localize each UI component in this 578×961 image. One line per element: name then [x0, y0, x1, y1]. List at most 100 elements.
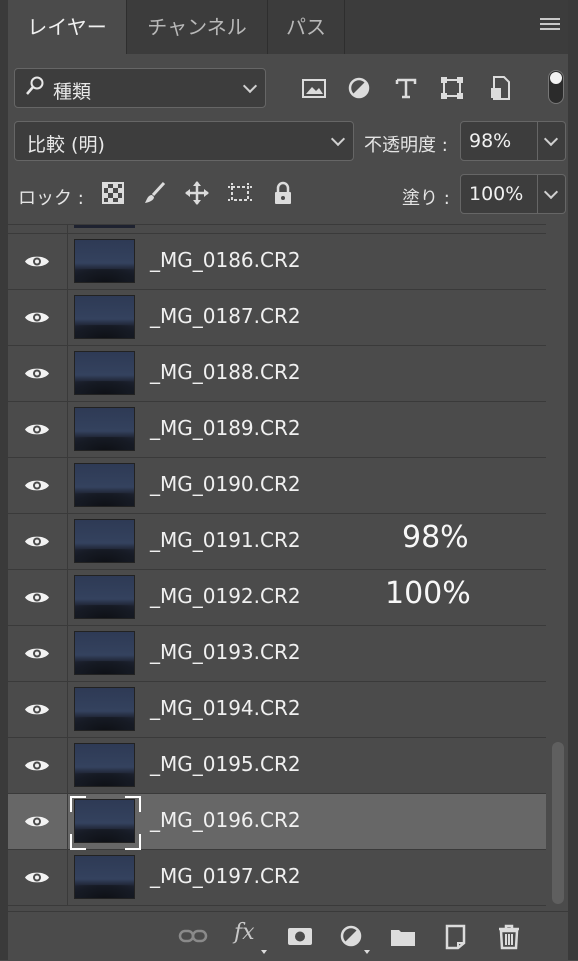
- layer-row[interactable]: _MG_0195.CR2: [8, 738, 546, 794]
- panel-menu-icon[interactable]: [540, 18, 560, 34]
- layer-thumbnail[interactable]: [74, 239, 135, 283]
- chevron-down-icon: [543, 184, 559, 200]
- filter-toggle[interactable]: [548, 70, 564, 104]
- layer-row[interactable]: _MG_0187.CR2: [8, 290, 546, 346]
- layer-thumbnail[interactable]: [74, 575, 135, 619]
- layer-thumbnail[interactable]: [74, 463, 135, 507]
- layer-name[interactable]: _MG_0192.CR2: [150, 584, 301, 608]
- layer-thumbnail[interactable]: [74, 631, 135, 675]
- thumbnail-selection-bracket: [70, 796, 86, 812]
- tab-layers[interactable]: レイヤー: [8, 0, 127, 54]
- panel-tab-bar: レイヤー チャンネル パス: [8, 0, 568, 54]
- thumbnail-selection-bracket: [125, 796, 141, 812]
- new-group-icon[interactable]: [388, 922, 418, 950]
- lock-image-pixels-icon[interactable]: [142, 180, 168, 206]
- opacity-input[interactable]: 98%: [460, 121, 538, 161]
- opacity-dropdown-button[interactable]: [538, 121, 566, 161]
- fill-dropdown-button[interactable]: [538, 174, 566, 214]
- delete-layer-icon[interactable]: [494, 922, 524, 950]
- add-mask-icon[interactable]: [285, 922, 315, 950]
- layer-thumbnail[interactable]: [74, 743, 135, 787]
- visibility-eye-icon[interactable]: [24, 477, 50, 494]
- layer-row[interactable]: _MG_0193.CR2: [8, 626, 546, 682]
- layer-name[interactable]: _MG_0186.CR2: [150, 248, 301, 272]
- lock-transparent-pixels-icon[interactable]: [100, 180, 126, 206]
- right-edge: [568, 0, 578, 960]
- chevron-down-icon: [543, 131, 559, 147]
- layer-name[interactable]: _MG_0189.CR2: [150, 416, 301, 440]
- lock-all-icon[interactable]: [270, 180, 296, 206]
- new-adjustment-layer-icon[interactable]: [336, 922, 366, 950]
- tab-channels[interactable]: チャンネル: [127, 0, 268, 54]
- layer-list: _MG_0186.CR2 _MG_0187.CR2 _MG_0188.CR2 _MG_…: [8, 224, 546, 912]
- smart-object-filter-icon[interactable]: [486, 74, 514, 102]
- visibility-eye-icon[interactable]: [24, 309, 50, 326]
- left-edge: [0, 0, 8, 960]
- layer-name[interactable]: _MG_0195.CR2: [150, 752, 301, 776]
- visibility-eye-icon[interactable]: [24, 589, 50, 606]
- layer-thumbnail[interactable]: [74, 687, 135, 731]
- fill-input[interactable]: 100%: [460, 174, 538, 214]
- layer-row[interactable]: _MG_0188.CR2: [8, 346, 546, 402]
- layer-name[interactable]: _MG_0187.CR2: [150, 304, 301, 328]
- type-filter-icon[interactable]: [392, 74, 420, 102]
- visibility-eye-icon[interactable]: [24, 533, 50, 550]
- layer-name[interactable]: _MG_0188.CR2: [150, 360, 301, 384]
- layer-row[interactable]: _MG_0189.CR2: [8, 402, 546, 458]
- visibility-eye-icon[interactable]: [24, 645, 50, 662]
- lock-position-icon[interactable]: [184, 180, 210, 206]
- layer-name[interactable]: _MG_0197.CR2: [150, 864, 301, 888]
- row-divider: [67, 738, 68, 794]
- lock-artboard-icon[interactable]: [227, 180, 253, 206]
- row-divider: [67, 234, 68, 290]
- layer-thumbnail[interactable]: [74, 855, 135, 899]
- tab-paths[interactable]: パス: [268, 0, 345, 54]
- layer-thumbnail[interactable]: [74, 351, 135, 395]
- visibility-eye-icon[interactable]: [24, 421, 50, 438]
- layer-thumbnail[interactable]: [74, 295, 135, 339]
- layer-name[interactable]: _MG_0190.CR2: [150, 472, 301, 496]
- layer-row[interactable]: _MG_0197.CR2: [8, 850, 546, 906]
- layer-row[interactable]: _MG_0192.CR2 100%: [8, 570, 546, 626]
- thumbnail-selection-bracket: [125, 834, 141, 850]
- visibility-eye-icon[interactable]: [24, 869, 50, 886]
- row-divider: [67, 682, 68, 738]
- image-filter-icon[interactable]: [300, 74, 328, 102]
- shape-filter-icon[interactable]: [438, 74, 466, 102]
- row-divider: [67, 290, 68, 346]
- filter-kind-select[interactable]: 種類: [14, 68, 266, 108]
- visibility-eye-icon[interactable]: [24, 813, 50, 830]
- overlay-opacity-annotation: 98%: [402, 520, 469, 555]
- adjustment-filter-icon[interactable]: [345, 74, 373, 102]
- overlay-fill-annotation: 100%: [385, 576, 471, 611]
- layer-effects-button[interactable]: fx: [234, 920, 255, 945]
- layer-thumbnail[interactable]: [74, 407, 135, 451]
- row-divider: [67, 458, 68, 514]
- layer-name[interactable]: _MG_0191.CR2: [150, 528, 301, 552]
- visibility-eye-icon[interactable]: [24, 365, 50, 382]
- thumbnail-selection-bracket: [70, 834, 86, 850]
- chevron-down-icon: [242, 78, 258, 94]
- search-icon: [25, 75, 45, 97]
- new-layer-icon[interactable]: [440, 922, 470, 950]
- row-divider: [67, 402, 68, 458]
- submenu-triangle-icon: [364, 950, 370, 954]
- visibility-eye-icon[interactable]: [24, 253, 50, 270]
- layer-row[interactable]: _MG_0196.CR2: [8, 794, 546, 850]
- layer-row[interactable]: _MG_0186.CR2: [8, 234, 546, 290]
- blend-mode-select[interactable]: 比較 (明): [14, 121, 354, 161]
- scrollbar-thumb[interactable]: [552, 742, 564, 904]
- layer-thumbnail[interactable]: [74, 519, 135, 563]
- layer-name[interactable]: _MG_0194.CR2: [150, 696, 301, 720]
- layer-name[interactable]: _MG_0196.CR2: [150, 808, 301, 832]
- link-layers-icon[interactable]: [178, 922, 208, 950]
- layers-panel: レイヤー チャンネル パス 種類 比較 (明) 不透明度 : 98% ロック :: [8, 0, 568, 961]
- visibility-eye-icon[interactable]: [24, 701, 50, 718]
- visibility-eye-icon[interactable]: [24, 757, 50, 774]
- layer-row[interactable]: _MG_0191.CR2 98%: [8, 514, 546, 570]
- layer-row[interactable]: _MG_0194.CR2: [8, 682, 546, 738]
- layer-name[interactable]: _MG_0193.CR2: [150, 640, 301, 664]
- layer-row[interactable]: _MG_0190.CR2: [8, 458, 546, 514]
- blend-mode-label: 比較 (明): [27, 134, 105, 156]
- row-divider: [67, 626, 68, 682]
